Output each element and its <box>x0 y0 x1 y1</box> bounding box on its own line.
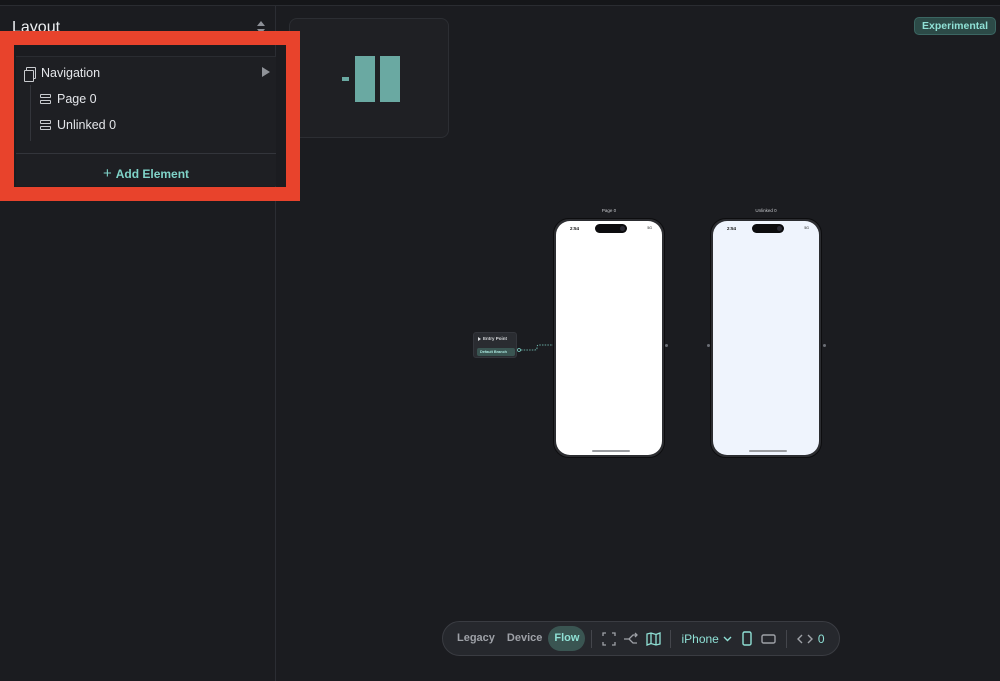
status-time: 2:54 <box>727 226 737 231</box>
copy-icon <box>24 66 36 82</box>
tree-item-label: Page 0 <box>57 92 97 106</box>
connection-port[interactable] <box>823 344 826 347</box>
experimental-badge: Experimental <box>914 17 996 35</box>
default-branch-chip[interactable]: Default Branch <box>477 348 515 356</box>
sidebar-header: Layout <box>12 18 266 38</box>
mode-flow[interactable]: Flow <box>548 626 586 651</box>
status-time: 2:54 <box>570 226 580 231</box>
code-count-value: 0 <box>817 631 825 646</box>
phone-label: Page 0 <box>601 208 617 213</box>
status-network: 5G <box>804 226 809 230</box>
portrait-orientation-icon[interactable] <box>738 630 756 648</box>
play-icon[interactable] <box>262 67 270 77</box>
dynamic-island <box>595 224 627 233</box>
chevron-down-icon <box>723 636 732 641</box>
tree-item-label: Unlinked 0 <box>57 118 117 132</box>
landscape-orientation-icon[interactable] <box>760 630 778 648</box>
connection-port[interactable] <box>707 344 710 347</box>
phone-screen: 2:54 5G <box>713 221 819 455</box>
canvas-toolbar: Legacy Device Flow iPhone 0 <box>442 621 840 656</box>
entry-point-node[interactable]: Entry Point Default Branch <box>473 332 517 358</box>
device-select[interactable]: iPhone <box>677 632 735 646</box>
branch-icon[interactable] <box>622 630 640 648</box>
entry-point-title: Entry Point <box>483 336 508 341</box>
map-icon[interactable] <box>644 630 662 648</box>
page-icon <box>40 93 51 106</box>
layout-sidebar: Layout Navigation Page 0 Unlinked 0 + Add… <box>0 6 276 681</box>
minimap-page-marker <box>355 56 375 102</box>
device-select-value: iPhone <box>681 631 719 646</box>
sort-icon[interactable] <box>256 21 266 35</box>
tree-item-page-0[interactable]: Page 0 <box>40 92 97 106</box>
divider <box>591 629 593 648</box>
tree-guide-line <box>30 85 31 141</box>
divider <box>785 629 787 648</box>
phone-frame-unlinked-0[interactable]: 2:54 5G <box>710 218 822 458</box>
add-element-label: Add Element <box>115 167 190 181</box>
phone-screen: 2:54 5G <box>556 221 662 455</box>
plus-icon: + <box>102 165 112 182</box>
navigation-tree: Navigation Page 0 Unlinked 0 + Add Elemen… <box>16 56 276 186</box>
flow-canvas[interactable]: Experimental Page 0 2:54 5G Unlinked 0 2… <box>277 6 1000 681</box>
code-count-button[interactable]: 0 <box>793 632 825 646</box>
divider <box>16 153 276 154</box>
sidebar-title: Layout <box>12 19 61 36</box>
mode-device[interactable]: Device <box>501 626 548 651</box>
divider <box>670 629 672 648</box>
minimap-entry-marker <box>342 77 349 81</box>
code-icon <box>796 634 813 643</box>
minimap[interactable] <box>289 18 449 138</box>
phone-frame-page-0[interactable]: 2:54 5G <box>553 218 665 458</box>
minimap-page-marker <box>380 56 400 102</box>
tree-item-navigation[interactable]: Navigation <box>24 66 270 82</box>
dynamic-island <box>752 224 784 233</box>
play-icon <box>478 337 481 341</box>
tree-item-label: Navigation <box>41 66 101 80</box>
status-network: 5G <box>647 226 652 230</box>
mode-legacy[interactable]: Legacy <box>451 626 501 651</box>
home-indicator <box>749 450 787 452</box>
add-element-button[interactable]: + Add Element <box>16 165 276 182</box>
page-icon <box>40 119 51 132</box>
fit-screen-icon[interactable] <box>600 630 618 648</box>
connection-port[interactable] <box>665 344 668 347</box>
tree-item-unlinked-0[interactable]: Unlinked 0 <box>40 118 116 132</box>
home-indicator <box>592 450 630 452</box>
flow-connector <box>517 344 553 352</box>
phone-label: Unlinked 0 <box>755 208 777 213</box>
